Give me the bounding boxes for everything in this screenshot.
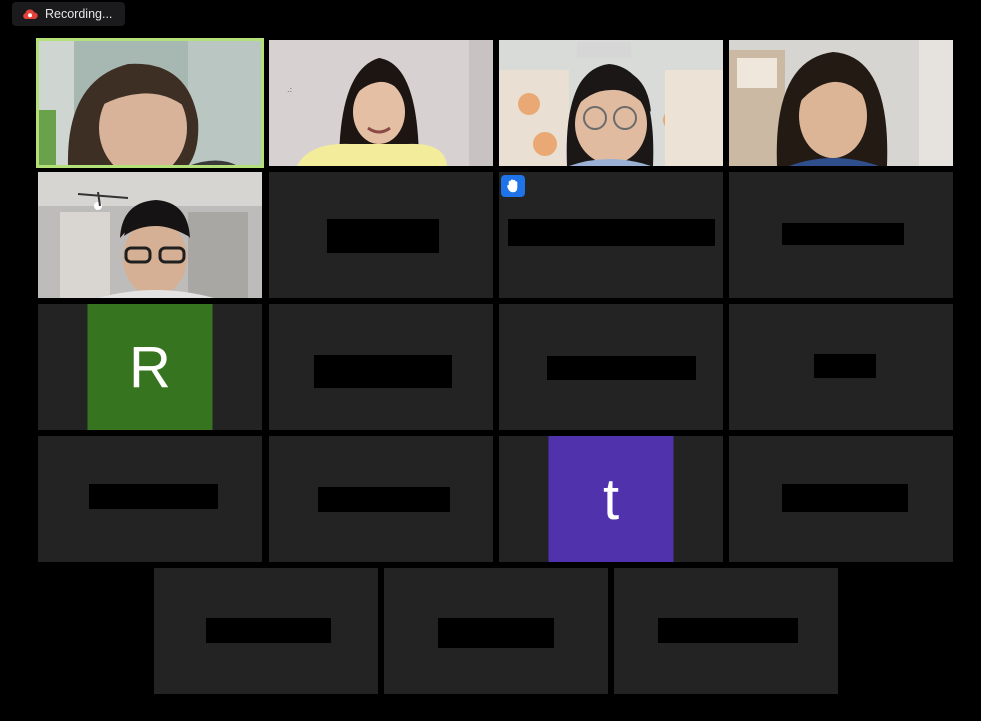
participant-tile[interactable] xyxy=(499,172,723,298)
participant-video-tile[interactable] xyxy=(729,40,953,166)
redacted-name xyxy=(89,484,218,509)
avatar: R xyxy=(87,304,213,430)
redacted-name xyxy=(814,354,876,378)
redacted-name xyxy=(318,487,450,512)
participant-tile[interactable] xyxy=(38,436,262,562)
recording-indicator[interactable]: Recording... xyxy=(12,2,125,26)
redacted-name xyxy=(206,618,331,643)
participant-video: .: xyxy=(269,40,493,166)
raised-hand-icon xyxy=(501,175,525,197)
participant-tile[interactable] xyxy=(729,304,953,430)
participant-video-tile[interactable]: .: xyxy=(269,40,493,166)
participant-tile[interactable] xyxy=(269,436,493,562)
participant-tile[interactable]: R xyxy=(38,304,262,430)
participant-tile[interactable] xyxy=(269,304,493,430)
redacted-name xyxy=(658,618,798,643)
redacted-name xyxy=(782,484,908,512)
participant-tile[interactable] xyxy=(614,568,838,694)
redacted-name xyxy=(508,219,715,246)
redacted-name xyxy=(438,618,554,648)
svg-text:.:: .: xyxy=(287,85,292,94)
participant-video-tile[interactable] xyxy=(38,172,262,298)
redacted-name xyxy=(782,223,904,245)
participant-tile[interactable] xyxy=(499,304,723,430)
avatar: t xyxy=(548,436,674,562)
cloud-record-icon xyxy=(23,9,38,19)
participant-tile[interactable] xyxy=(269,172,493,298)
participant-video-tile[interactable] xyxy=(36,38,264,168)
redacted-name xyxy=(314,355,452,388)
participant-video xyxy=(38,40,262,166)
participant-video xyxy=(499,40,723,166)
redacted-name xyxy=(327,219,439,253)
participant-tile[interactable] xyxy=(729,172,953,298)
participant-tile[interactable] xyxy=(384,568,608,694)
redacted-name xyxy=(547,356,696,380)
participant-video xyxy=(729,40,953,166)
participant-video-tile[interactable] xyxy=(499,40,723,166)
participant-tile[interactable] xyxy=(154,568,378,694)
participant-video xyxy=(38,172,262,298)
participant-tile[interactable]: t xyxy=(499,436,723,562)
avatar-initial: R xyxy=(129,334,171,400)
recording-label: Recording... xyxy=(45,7,113,21)
avatar-initial: t xyxy=(602,466,620,532)
participant-tile[interactable] xyxy=(729,436,953,562)
